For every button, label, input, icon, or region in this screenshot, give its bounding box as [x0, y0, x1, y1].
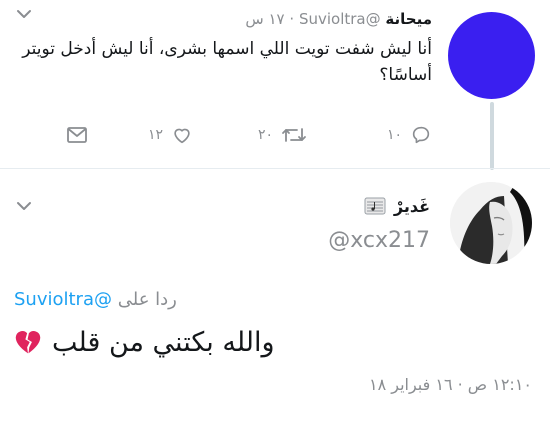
heart-icon	[174, 128, 190, 144]
parent-tweet-text: أنا ليش شفت تويت اللي اسمها بشرى، أنا لي…	[22, 39, 432, 85]
broken-heart-icon	[15, 331, 41, 354]
chevron-down-icon[interactable]	[12, 196, 36, 216]
reply-button[interactable]: ١٠	[387, 122, 432, 148]
like-button[interactable]: ١٢	[148, 122, 193, 148]
tweet-time[interactable]: ١٧ س	[245, 10, 284, 28]
display-name[interactable]: ميحانة	[385, 10, 432, 28]
reply-count: ١٠	[386, 127, 402, 143]
music-score-emoji-icon	[364, 197, 386, 215]
tweet-timestamp[interactable]: ١٢:١٠ ص · ١٦ فبراير ١٨	[14, 375, 532, 394]
chevron-down-icon[interactable]	[12, 4, 36, 24]
reply-to-handle-link[interactable]: @Suvioltra	[14, 289, 112, 310]
focused-tweet-text: والله بكتني من قلب	[52, 326, 275, 358]
direct-message-button[interactable]	[66, 122, 88, 148]
user-handle[interactable]: @xcx217	[328, 226, 430, 256]
thread-connector	[490, 102, 494, 170]
reply-icon	[412, 126, 430, 144]
avatar-xcx217[interactable]	[450, 182, 532, 264]
reply-prefix: ردا على	[117, 289, 177, 310]
avatar-suvioltra[interactable]	[448, 12, 535, 99]
retweet-button[interactable]: ٢٠	[258, 122, 307, 148]
replying-to-line: ردا على @Suvioltra	[14, 287, 177, 313]
parent-tweet-header: ميحانة @Suvioltra · ١٧ س	[245, 6, 432, 32]
envelope-icon	[67, 127, 87, 143]
focused-tweet-text-row: والله بكتني من قلب	[14, 318, 532, 366]
tweet-divider	[0, 168, 550, 169]
like-count: ١٢	[148, 127, 164, 143]
focused-tweet-header: غَديرْ	[364, 193, 430, 219]
retweet-icon	[282, 128, 306, 142]
profile-photo-icon	[450, 182, 532, 264]
retweet-count: ٢٠	[258, 127, 274, 143]
separator-dot: ·	[289, 10, 295, 28]
user-handle[interactable]: @Suvioltra	[299, 10, 381, 28]
display-name[interactable]: غَديرْ	[394, 197, 430, 216]
